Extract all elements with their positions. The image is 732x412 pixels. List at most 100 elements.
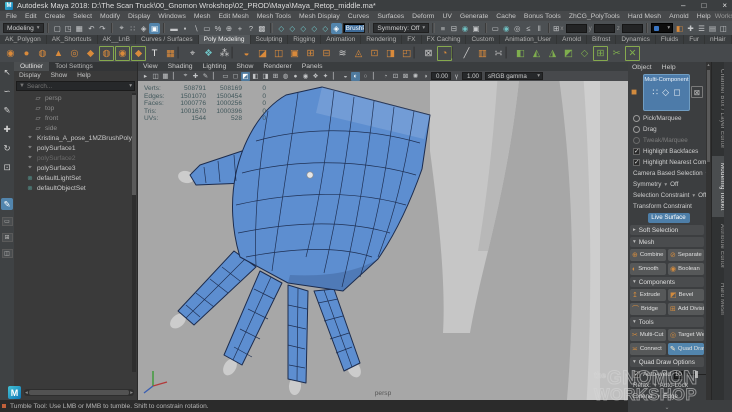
history-icon[interactable]: ▣: [471, 23, 482, 34]
status-misc-icon[interactable]: ▬: [168, 23, 179, 34]
x-field[interactable]: [565, 23, 587, 33]
viewport-toolbar-icon[interactable]: ◍: [281, 72, 290, 81]
viewport-toolbar-icon[interactable]: ◒: [341, 72, 350, 81]
outliner-hscrollbar[interactable]: ◂ ▸: [24, 389, 134, 396]
menu-item[interactable]: Select: [69, 13, 96, 20]
shelf-tool-icon[interactable]: ◨: [383, 46, 398, 61]
shelf-tool-icon[interactable]: ▏: [232, 46, 240, 61]
shelf-tool-icon[interactable]: ⌖: [185, 46, 200, 61]
y-field[interactable]: [593, 23, 615, 33]
viewport-toolbar-icon[interactable]: ●: [291, 72, 300, 81]
menu-item[interactable]: Generate: [456, 13, 492, 20]
status-misc-icon[interactable]: ?: [245, 23, 256, 34]
shelf-tab[interactable]: Dynamics: [616, 35, 656, 44]
menu-item[interactable]: File: [2, 13, 21, 20]
selection-mask-icon[interactable]: ∷: [127, 23, 138, 34]
shelf-tool-icon[interactable]: ▏: [506, 46, 514, 61]
uv-mode-icon[interactable]: ⊠: [691, 86, 703, 98]
tool-icon[interactable]: ↖: [1, 66, 13, 78]
undo-redo-icon[interactable]: ↶: [86, 23, 97, 34]
viewport-toolbar-icon[interactable]: ◐: [351, 71, 360, 81]
exposure-icon[interactable]: ◑: [421, 72, 430, 81]
menu-item[interactable]: Create: [41, 13, 69, 20]
viewport-canvas[interactable]: Verts: 508791 508169 0 Edges: 1501070 1500454…: [138, 81, 628, 400]
layout-button[interactable]: ⊞: [1, 233, 13, 242]
object-mode-icon[interactable]: ■: [631, 87, 637, 98]
undo-redo-icon[interactable]: ↷: [97, 23, 108, 34]
shelf-tool-icon[interactable]: ⊞: [303, 46, 318, 61]
sidebar-toggle-icon[interactable]: ▤: [707, 23, 718, 34]
viewport-toolbar-icon[interactable]: ◻: [231, 72, 240, 81]
shelf-tab[interactable]: Poly Modeling: [198, 35, 251, 44]
shelf-tool-icon[interactable]: ✕: [625, 45, 640, 61]
auto-weld-value[interactable]: 10: [674, 370, 683, 379]
selection-mask-icon[interactable]: ▣: [149, 22, 161, 34]
status-misc-icon[interactable]: %: [212, 23, 223, 34]
radio-row[interactable]: Pick/Marquee: [630, 113, 704, 124]
menu-item[interactable]: ZhCG_PolyTools: [565, 13, 624, 20]
mesh-button[interactable]: ◐ Smooth: [630, 263, 666, 275]
menu-item[interactable]: Arnold: [665, 13, 693, 20]
shelf-tool-icon[interactable]: ▲: [51, 46, 66, 61]
viewport-toolbar-icon[interactable]: ▦: [161, 72, 170, 81]
shelf-tool-icon[interactable]: ▏: [178, 46, 186, 61]
shelf-tool-icon[interactable]: ▣: [287, 46, 302, 61]
outliner-menu-item[interactable]: Show: [46, 71, 73, 80]
viewport-toolbar-icon[interactable]: ◫: [151, 72, 160, 81]
gamma-icon[interactable]: γ: [452, 72, 461, 81]
snap-icon[interactable]: ◇: [309, 23, 320, 34]
viewport-toolbar-icon[interactable]: ▏: [171, 72, 180, 81]
viewport-toolbar-icon[interactable]: ⊠: [401, 72, 410, 81]
layout-button[interactable]: ◫: [1, 249, 13, 258]
toolkit-tool-button[interactable]: ≍ Connect: [630, 343, 666, 355]
viewport-toolbar-icon[interactable]: ✎: [201, 72, 210, 81]
selection-constraint-row[interactable]: Selection Constraint ▾ Off: [630, 190, 706, 201]
maximize-button[interactable]: □: [701, 1, 706, 10]
quad-draw-options-section[interactable]: ▾ Quad Draw Options: [630, 357, 704, 367]
outliner-menu-item[interactable]: Help: [72, 71, 96, 80]
menu-item[interactable]: Deform: [408, 13, 438, 20]
menu-item[interactable]: Surfaces: [373, 13, 408, 20]
tool-icon[interactable]: ✚: [1, 123, 13, 135]
component-mode-icon[interactable]: ◻: [673, 87, 680, 98]
shelf-tool-icon[interactable]: ⊠: [421, 46, 436, 61]
viewport-toolbar-icon[interactable]: ◧: [251, 72, 260, 81]
outliner-item[interactable]: ⌖ polySurface2: [14, 153, 132, 163]
shelf-tool-icon[interactable]: ◉: [115, 45, 130, 61]
status-misc-icon[interactable]: ∖: [190, 23, 201, 34]
status-misc-icon[interactable]: ▪: [179, 23, 190, 34]
component-mode-icon[interactable]: ◇: [662, 87, 669, 98]
component-mode-icon[interactable]: ∷: [652, 87, 658, 98]
component-button[interactable]: ⌒ Bridge: [630, 303, 666, 315]
relax-row[interactable]: Relax: ▾ Auto-Lock: [630, 380, 704, 391]
menu-item[interactable]: Edit: [21, 13, 41, 20]
tool-icon[interactable]: ⊡: [1, 161, 13, 173]
snap-icon[interactable]: ◇: [320, 23, 331, 34]
shelf-tool-icon[interactable]: ◮: [545, 46, 560, 61]
viewport-toolbar-icon[interactable]: ◨: [261, 72, 270, 81]
toolkit-tool-button[interactable]: ✂ Multi-Cut: [630, 329, 666, 341]
outliner-vscrollbar[interactable]: [132, 93, 136, 372]
live-surface-field[interactable]: BrushPolyMesh3D: [342, 23, 366, 33]
mesh-section[interactable]: ▾ Mesh: [630, 237, 704, 247]
outliner-item[interactable]: ⌖ polySurface3: [14, 163, 132, 173]
viewport-toolbar-icon[interactable]: ⊞: [271, 72, 280, 81]
render-icon[interactable]: ‖: [534, 23, 545, 34]
shelf-tool-icon[interactable]: ◒: [239, 46, 254, 61]
outliner-item[interactable]: ▱ side: [14, 123, 132, 133]
viewport-toolbar-icon[interactable]: ✚: [191, 72, 200, 81]
tool-icon[interactable]: ↻: [1, 142, 13, 154]
snap-icon[interactable]: ◇: [276, 23, 287, 34]
menu-item[interactable]: Mesh Tools: [253, 13, 295, 20]
shelf-tool-icon[interactable]: ◍: [99, 45, 114, 61]
viewport-toolbar-icon[interactable]: ⌖: [181, 72, 190, 81]
minimize-button[interactable]: –: [681, 1, 685, 10]
history-icon[interactable]: ≡: [438, 23, 449, 34]
menu-item[interactable]: Modify: [96, 13, 124, 20]
multi-component-panel[interactable]: Multi-Component ∷ ◇ ◻: [643, 74, 690, 111]
shelf-tool-icon[interactable]: ▏: [452, 46, 460, 61]
shelf-tool-icon[interactable]: ◧: [513, 46, 528, 61]
shelf-tool-icon[interactable]: ∺: [491, 46, 506, 61]
outliner-item[interactable]: ⌖ Kristina_A_pose_1MZBrushPolyMesh3D: [14, 133, 132, 143]
layout-button[interactable]: ▭: [1, 217, 13, 226]
